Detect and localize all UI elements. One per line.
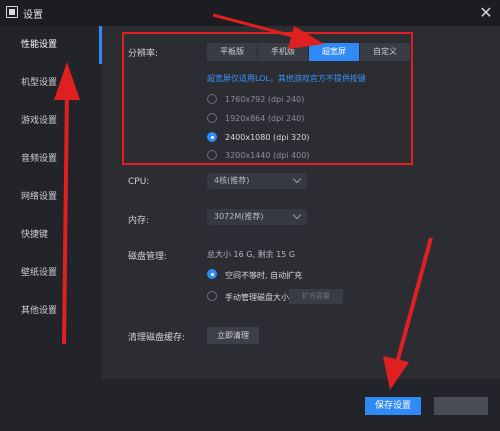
disk-info: 总大小 16 G, 剩余 15 G	[207, 250, 296, 259]
arrow-line-save	[395, 237, 433, 364]
sidebar: 性能设置 机型设置 游戏设置 音频设置 网络设置 快捷键 壁纸设置 其他设置	[0, 26, 102, 379]
sidebar-item-audio[interactable]: 音频设置	[0, 140, 102, 178]
disk-auto-label: 空间不够时, 自动扩充	[225, 271, 303, 280]
save-button[interactable]: 保存设置	[365, 397, 421, 415]
footer-bar	[0, 379, 500, 431]
chevron-down-icon	[292, 174, 302, 184]
sidebar-item-label: 性能设置	[21, 40, 58, 50]
memory-value: 3072M(推荐)	[214, 212, 264, 221]
disk-auto-radio[interactable]	[207, 269, 217, 279]
sidebar-item-performance[interactable]: 性能设置	[0, 26, 102, 64]
disk-manual-radio[interactable]	[207, 291, 217, 301]
settings-window: 设置 ✕ 性能设置 机型设置 游戏设置 音频设置 网络设置 快捷键 壁纸设置 其…	[0, 0, 500, 431]
title-bar: 设置 ✕	[0, 0, 500, 26]
sidebar-item-label: 机型设置	[21, 78, 58, 88]
sidebar-item-model[interactable]: 机型设置	[0, 64, 102, 102]
settings-window-icon	[6, 6, 18, 18]
sidebar-item-game[interactable]: 游戏设置	[0, 102, 102, 140]
sidebar-item-label: 音频设置	[21, 154, 58, 164]
sidebar-item-wallpaper[interactable]: 壁纸设置	[0, 254, 102, 292]
sidebar-item-label: 壁纸设置	[21, 268, 58, 278]
sidebar-item-label: 网络设置	[21, 192, 58, 202]
annotation-highlight-box	[122, 32, 413, 165]
cache-label: 清理磁盘缓存:	[128, 333, 186, 343]
sidebar-item-label: 其他设置	[21, 306, 58, 316]
active-indicator	[99, 26, 102, 64]
cpu-dropdown[interactable]: 4核(推荐)	[207, 173, 307, 189]
window-title: 设置	[23, 10, 43, 21]
memory-label: 内存:	[128, 216, 150, 226]
cpu-value: 4核(推荐)	[214, 176, 250, 185]
close-icon[interactable]: ✕	[476, 3, 496, 23]
sidebar-item-other[interactable]: 其他设置	[0, 292, 102, 330]
sidebar-item-label: 快捷键	[21, 230, 49, 240]
chevron-down-icon	[292, 210, 302, 220]
expand-capacity-button: 扩充容量	[289, 289, 343, 304]
disk-label: 磁盘管理:	[128, 252, 168, 262]
sidebar-item-label: 游戏设置	[21, 116, 58, 126]
clear-cache-button[interactable]: 立即清理	[207, 327, 259, 344]
cpu-label: CPU:	[128, 177, 150, 187]
cancel-button[interactable]	[434, 397, 488, 415]
disk-manual-label: 手动管理磁盘大小	[225, 293, 289, 302]
sidebar-item-shortcuts[interactable]: 快捷键	[0, 216, 102, 254]
sidebar-item-network[interactable]: 网络设置	[0, 178, 102, 216]
memory-dropdown[interactable]: 3072M(推荐)	[207, 209, 307, 225]
